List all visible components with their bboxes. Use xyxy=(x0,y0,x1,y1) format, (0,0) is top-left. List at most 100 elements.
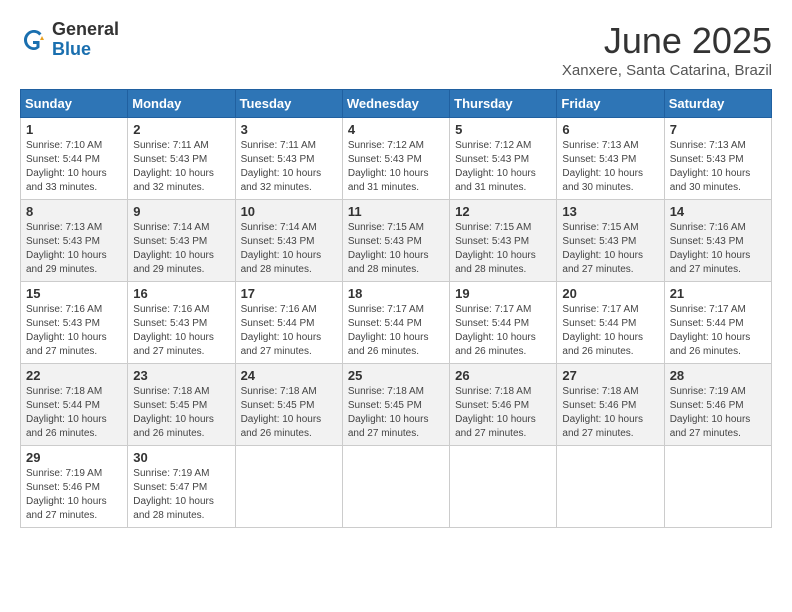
location: Xanxere, Santa Catarina, Brazil xyxy=(562,62,772,79)
table-row xyxy=(557,446,664,528)
day-info: Sunrise: 7:14 AM Sunset: 5:43 PM Dayligh… xyxy=(241,221,337,277)
table-row: 11 Sunrise: 7:15 AM Sunset: 5:43 PM Dayli… xyxy=(342,200,449,282)
day-number: 18 xyxy=(348,286,444,301)
logo: General Blue xyxy=(20,20,119,60)
day-info: Sunrise: 7:17 AM Sunset: 5:44 PM Dayligh… xyxy=(670,303,766,359)
col-friday: Friday xyxy=(557,90,664,118)
day-number: 1 xyxy=(26,122,122,137)
day-info: Sunrise: 7:16 AM Sunset: 5:43 PM Dayligh… xyxy=(133,303,229,359)
day-info: Sunrise: 7:12 AM Sunset: 5:43 PM Dayligh… xyxy=(455,139,551,195)
table-row: 25 Sunrise: 7:18 AM Sunset: 5:45 PM Dayli… xyxy=(342,364,449,446)
day-number: 16 xyxy=(133,286,229,301)
day-number: 5 xyxy=(455,122,551,137)
day-number: 6 xyxy=(562,122,658,137)
table-row: 18 Sunrise: 7:17 AM Sunset: 5:44 PM Dayli… xyxy=(342,282,449,364)
day-info: Sunrise: 7:18 AM Sunset: 5:45 PM Dayligh… xyxy=(241,385,337,441)
calendar-week-3: 15Sunrise: 7:16 AM Sunset: 5:43 PM Dayli… xyxy=(21,282,772,364)
day-number: 8 xyxy=(26,204,122,219)
table-row: 27Sunrise: 7:18 AM Sunset: 5:46 PM Dayli… xyxy=(557,364,664,446)
day-number: 12 xyxy=(455,204,551,219)
calendar-week-1: 1 Sunrise: 7:10 AM Sunset: 5:44 PM Daylig… xyxy=(21,118,772,200)
table-row: 24 Sunrise: 7:18 AM Sunset: 5:45 PM Dayli… xyxy=(235,364,342,446)
table-row: 9 Sunrise: 7:14 AM Sunset: 5:43 PM Daylig… xyxy=(128,200,235,282)
logo-general-text: General xyxy=(52,20,119,40)
table-row: 29 Sunrise: 7:19 AM Sunset: 5:46 PM Dayli… xyxy=(21,446,128,528)
day-info: Sunrise: 7:14 AM Sunset: 5:43 PM Dayligh… xyxy=(133,221,229,277)
day-info: Sunrise: 7:13 AM Sunset: 5:43 PM Dayligh… xyxy=(26,221,122,277)
day-info: Sunrise: 7:15 AM Sunset: 5:43 PM Dayligh… xyxy=(562,221,658,277)
col-sunday: Sunday xyxy=(21,90,128,118)
day-number: 27 xyxy=(562,368,658,383)
day-info: Sunrise: 7:19 AM Sunset: 5:47 PM Dayligh… xyxy=(133,467,229,523)
day-number: 10 xyxy=(241,204,337,219)
table-row xyxy=(450,446,557,528)
table-row: 16 Sunrise: 7:16 AM Sunset: 5:43 PM Dayli… xyxy=(128,282,235,364)
logo-blue-text: Blue xyxy=(52,40,119,60)
day-number: 4 xyxy=(348,122,444,137)
table-row: 13 Sunrise: 7:15 AM Sunset: 5:43 PM Dayli… xyxy=(557,200,664,282)
logo-text: General Blue xyxy=(52,20,119,60)
month-title: June 2025 xyxy=(562,20,772,62)
col-thursday: Thursday xyxy=(450,90,557,118)
day-info: Sunrise: 7:19 AM Sunset: 5:46 PM Dayligh… xyxy=(26,467,122,523)
day-number: 13 xyxy=(562,204,658,219)
day-number: 11 xyxy=(348,204,444,219)
day-info: Sunrise: 7:11 AM Sunset: 5:43 PM Dayligh… xyxy=(241,139,337,195)
table-row: 15Sunrise: 7:16 AM Sunset: 5:43 PM Dayli… xyxy=(21,282,128,364)
table-row: 22 Sunrise: 7:18 AM Sunset: 5:44 PM Dayli… xyxy=(21,364,128,446)
day-number: 19 xyxy=(455,286,551,301)
table-row: 23Sunrise: 7:18 AM Sunset: 5:45 PM Dayli… xyxy=(128,364,235,446)
col-wednesday: Wednesday xyxy=(342,90,449,118)
table-row: 1 Sunrise: 7:10 AM Sunset: 5:44 PM Daylig… xyxy=(21,118,128,200)
calendar-week-2: 8 Sunrise: 7:13 AM Sunset: 5:43 PM Daylig… xyxy=(21,200,772,282)
day-number: 29 xyxy=(26,450,122,465)
day-info: Sunrise: 7:17 AM Sunset: 5:44 PM Dayligh… xyxy=(562,303,658,359)
calendar-header-row: Sunday Monday Tuesday Wednesday Thursday… xyxy=(21,90,772,118)
calendar-week-4: 22 Sunrise: 7:18 AM Sunset: 5:44 PM Dayli… xyxy=(21,364,772,446)
day-info: Sunrise: 7:18 AM Sunset: 5:44 PM Dayligh… xyxy=(26,385,122,441)
day-number: 14 xyxy=(670,204,766,219)
day-number: 30 xyxy=(133,450,229,465)
day-info: Sunrise: 7:16 AM Sunset: 5:43 PM Dayligh… xyxy=(670,221,766,277)
day-info: Sunrise: 7:17 AM Sunset: 5:44 PM Dayligh… xyxy=(455,303,551,359)
day-number: 28 xyxy=(670,368,766,383)
day-info: Sunrise: 7:11 AM Sunset: 5:43 PM Dayligh… xyxy=(133,139,229,195)
table-row: 2 Sunrise: 7:11 AM Sunset: 5:43 PM Daylig… xyxy=(128,118,235,200)
day-number: 24 xyxy=(241,368,337,383)
day-info: Sunrise: 7:18 AM Sunset: 5:46 PM Dayligh… xyxy=(455,385,551,441)
table-row xyxy=(235,446,342,528)
table-row: 8 Sunrise: 7:13 AM Sunset: 5:43 PM Daylig… xyxy=(21,200,128,282)
day-number: 20 xyxy=(562,286,658,301)
day-info: Sunrise: 7:18 AM Sunset: 5:45 PM Dayligh… xyxy=(348,385,444,441)
table-row: 21 Sunrise: 7:17 AM Sunset: 5:44 PM Dayli… xyxy=(664,282,771,364)
day-info: Sunrise: 7:19 AM Sunset: 5:46 PM Dayligh… xyxy=(670,385,766,441)
day-number: 21 xyxy=(670,286,766,301)
title-block: June 2025 Xanxere, Santa Catarina, Brazi… xyxy=(562,20,772,79)
day-number: 3 xyxy=(241,122,337,137)
table-row: 10 Sunrise: 7:14 AM Sunset: 5:43 PM Dayli… xyxy=(235,200,342,282)
day-number: 22 xyxy=(26,368,122,383)
table-row: 20 Sunrise: 7:17 AM Sunset: 5:44 PM Dayli… xyxy=(557,282,664,364)
day-number: 9 xyxy=(133,204,229,219)
logo-icon xyxy=(20,26,48,54)
day-info: Sunrise: 7:10 AM Sunset: 5:44 PM Dayligh… xyxy=(26,139,122,195)
day-info: Sunrise: 7:15 AM Sunset: 5:43 PM Dayligh… xyxy=(348,221,444,277)
day-number: 25 xyxy=(348,368,444,383)
day-info: Sunrise: 7:13 AM Sunset: 5:43 PM Dayligh… xyxy=(562,139,658,195)
day-info: Sunrise: 7:16 AM Sunset: 5:44 PM Dayligh… xyxy=(241,303,337,359)
table-row: 4 Sunrise: 7:12 AM Sunset: 5:43 PM Daylig… xyxy=(342,118,449,200)
day-info: Sunrise: 7:12 AM Sunset: 5:43 PM Dayligh… xyxy=(348,139,444,195)
table-row: 5 Sunrise: 7:12 AM Sunset: 5:43 PM Daylig… xyxy=(450,118,557,200)
table-row: 12 Sunrise: 7:15 AM Sunset: 5:43 PM Dayli… xyxy=(450,200,557,282)
day-number: 7 xyxy=(670,122,766,137)
day-info: Sunrise: 7:18 AM Sunset: 5:45 PM Dayligh… xyxy=(133,385,229,441)
calendar-table: Sunday Monday Tuesday Wednesday Thursday… xyxy=(20,89,772,528)
day-info: Sunrise: 7:17 AM Sunset: 5:44 PM Dayligh… xyxy=(348,303,444,359)
table-row: 3 Sunrise: 7:11 AM Sunset: 5:43 PM Daylig… xyxy=(235,118,342,200)
table-row xyxy=(342,446,449,528)
table-row: 30 Sunrise: 7:19 AM Sunset: 5:47 PM Dayli… xyxy=(128,446,235,528)
table-row: 17Sunrise: 7:16 AM Sunset: 5:44 PM Dayli… xyxy=(235,282,342,364)
day-info: Sunrise: 7:15 AM Sunset: 5:43 PM Dayligh… xyxy=(455,221,551,277)
day-number: 2 xyxy=(133,122,229,137)
day-number: 26 xyxy=(455,368,551,383)
